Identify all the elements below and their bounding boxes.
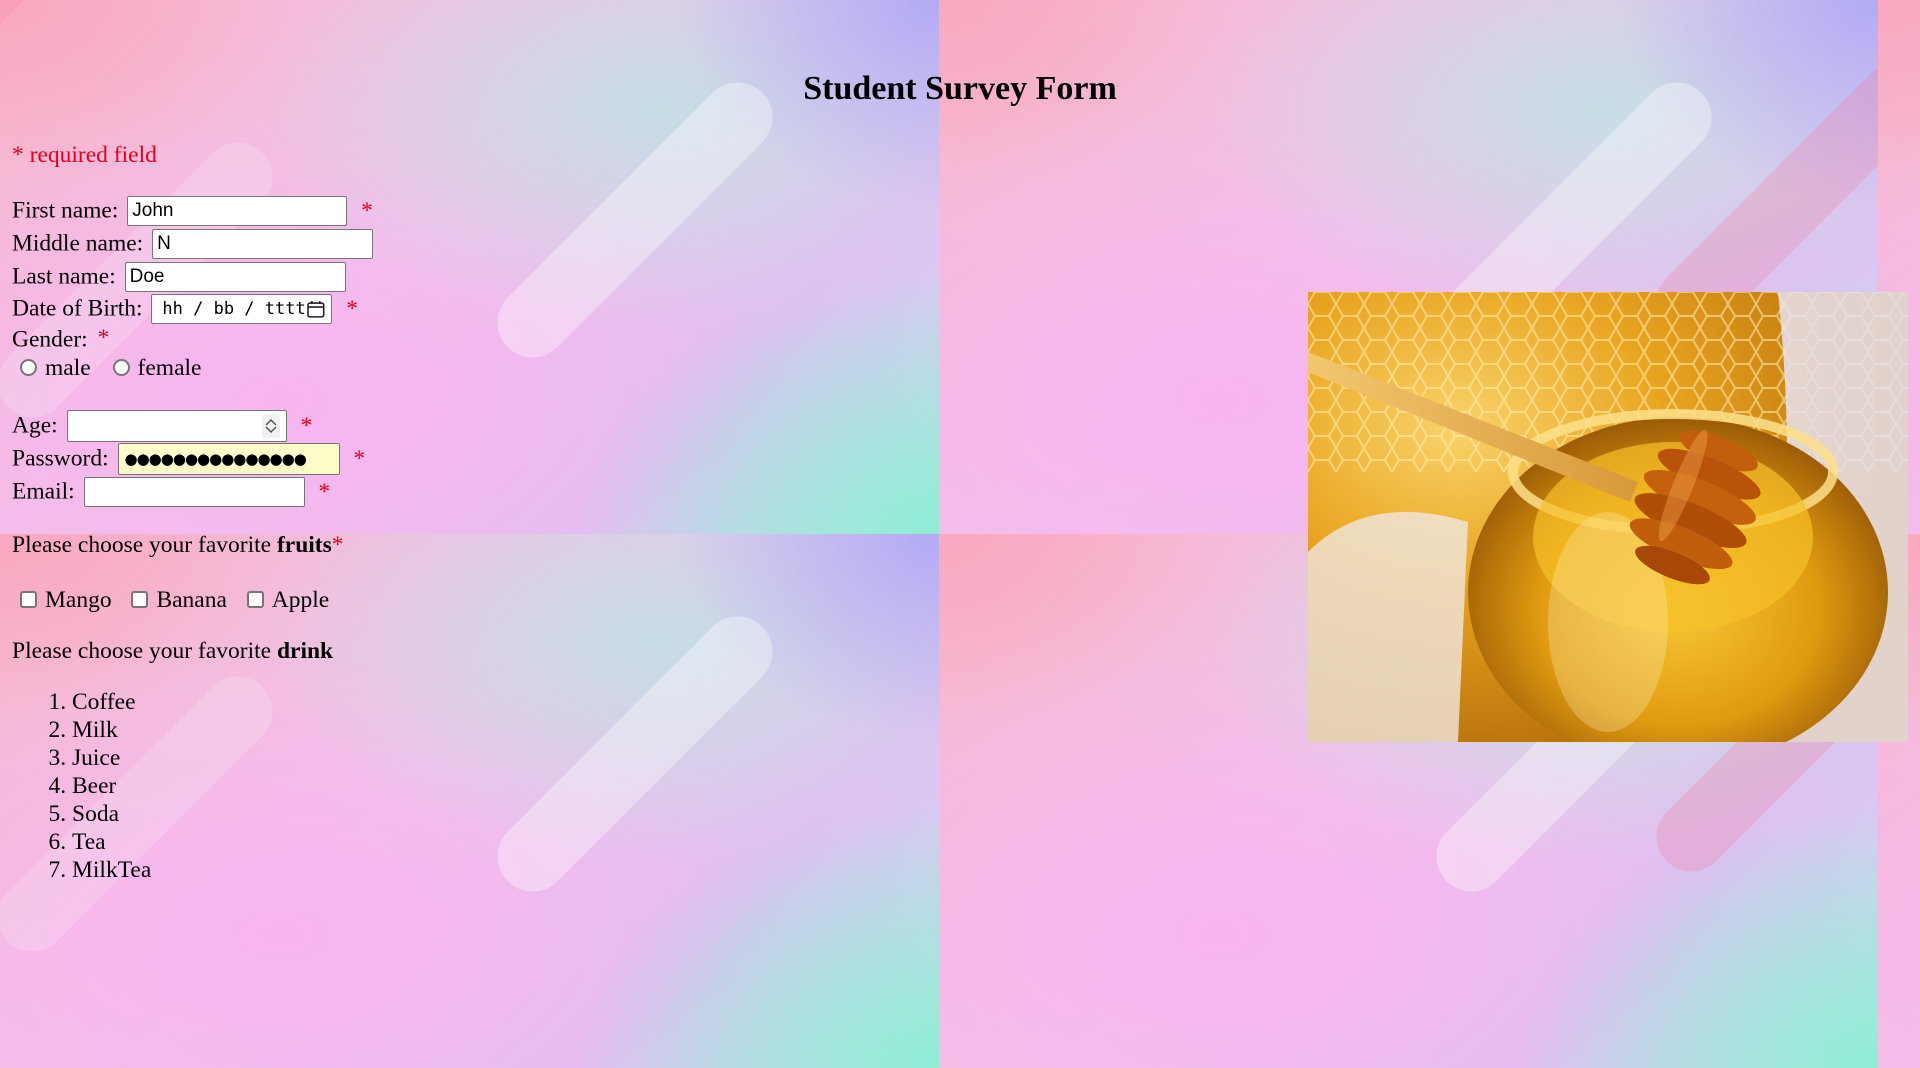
age-label: Age: — [12, 412, 58, 439]
list-item: Tea — [72, 828, 151, 856]
drinks-prompt-text: Please choose your favorite — [12, 638, 277, 664]
required-asterisk: * — [300, 412, 313, 439]
fruits-prompt-text: Please choose your favorite — [12, 532, 277, 558]
last-name-label: Last name: — [12, 263, 116, 290]
email-row: Email: * — [12, 475, 330, 507]
dob-date-input[interactable]: hh / bb / tttt — [151, 293, 333, 324]
list-item: MilkTea — [72, 856, 151, 884]
calendar-icon[interactable] — [306, 299, 326, 319]
list-item: Soda — [72, 800, 151, 828]
last-name-row: Last name: — [12, 260, 346, 292]
gender-female-label: female — [137, 354, 202, 381]
password-row: Password: ●●●●●●●●●●●●●●● * — [12, 442, 365, 475]
fruits-prompt: Please choose your favorite fruits* — [12, 530, 344, 560]
middle-name-row: Middle name: — [12, 227, 374, 259]
email-label: Email: — [12, 478, 75, 505]
required-asterisk: * — [361, 197, 373, 224]
password-field[interactable]: ●●●●●●●●●●●●●●● — [117, 442, 340, 475]
number-spinner-icon[interactable] — [261, 413, 280, 438]
dob-label: Date of Birth: — [12, 295, 143, 322]
email-field[interactable] — [83, 476, 305, 507]
first-name-field[interactable] — [127, 195, 348, 226]
list-item: Coffee — [72, 688, 151, 716]
page-title: Student Survey Form — [803, 70, 1117, 107]
list-item: Beer — [72, 772, 151, 800]
required-asterisk: * — [331, 532, 344, 558]
age-row: Age: * — [12, 409, 312, 442]
required-asterisk: * — [353, 445, 366, 472]
required-asterisk: * — [318, 478, 331, 505]
list-item: Juice — [72, 744, 151, 772]
age-number-input[interactable] — [66, 409, 287, 442]
gender-options: male female — [20, 351, 215, 383]
required-field-note: * required field — [12, 142, 157, 168]
gender-row: Gender: * — [12, 323, 109, 355]
fruit-banana-checkbox[interactable] — [131, 591, 149, 609]
middle-name-field[interactable] — [152, 228, 374, 259]
dob-row: Date of Birth: hh / bb / tttt * — [12, 292, 358, 324]
fruits-prompt-bold: fruits — [276, 532, 332, 558]
password-label: Password: — [12, 445, 109, 472]
fruit-apple-checkbox[interactable] — [246, 591, 264, 609]
middle-name-label: Middle name: — [12, 230, 144, 257]
honey-jar-image — [1308, 292, 1908, 742]
drinks-prompt: Please choose your favorite drink — [12, 636, 333, 666]
survey-page: Student Survey Form * required field Fir… — [0, 0, 1920, 883]
fruits-options: Mango Banana Apple — [20, 583, 343, 615]
dob-placeholder: hh / bb / tttt — [162, 298, 306, 319]
drinks-list: Coffee Milk Juice Beer Soda Tea MilkTea — [12, 688, 151, 884]
drinks-prompt-bold: drink — [276, 638, 334, 664]
gender-male-label: male — [45, 354, 91, 381]
fruit-mango-checkbox[interactable] — [20, 591, 37, 609]
required-asterisk: * — [346, 295, 359, 322]
gender-label: Gender: — [12, 326, 88, 353]
first-name-row: First name: * — [12, 194, 373, 226]
gender-female-radio[interactable] — [112, 359, 130, 377]
required-asterisk: * — [97, 325, 110, 351]
first-name-label: First name: — [12, 197, 119, 224]
list-item: Milk — [72, 716, 151, 744]
gender-male-radio[interactable] — [20, 359, 37, 377]
last-name-field[interactable] — [124, 261, 346, 292]
fruit-apple-label: Apple — [271, 586, 330, 613]
fruit-mango-label: Mango — [45, 586, 112, 613]
fruit-banana-label: Banana — [156, 586, 227, 613]
